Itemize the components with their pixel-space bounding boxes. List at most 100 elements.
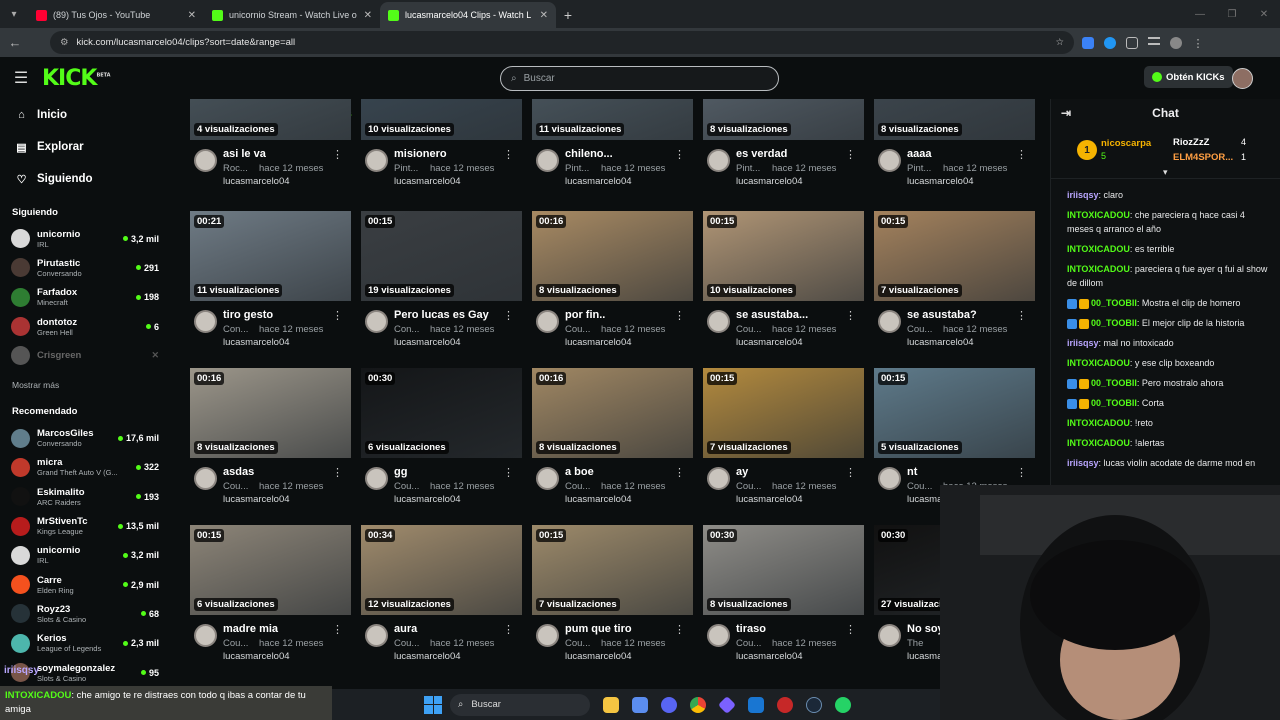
- close-tab-icon[interactable]: ✕: [188, 10, 196, 21]
- clip-category[interactable]: Cou...: [736, 481, 768, 492]
- clip-creator[interactable]: lucasmarcelo04: [394, 494, 461, 505]
- get-kicks-button[interactable]: Obtén KICKs: [1144, 66, 1233, 88]
- top-gifter-name[interactable]: nicoscarpa: [1101, 138, 1151, 149]
- more-options-icon[interactable]: ⋮: [1016, 148, 1027, 161]
- clip-thumbnail[interactable]: 00:16 8 visualizaciones: [190, 368, 351, 458]
- clip-creator[interactable]: lucasmarcelo04: [565, 494, 632, 505]
- clip-creator[interactable]: lucasmarcelo04: [223, 176, 290, 187]
- top-gifter-name[interactable]: RiozZzZ: [1173, 137, 1209, 148]
- maximize-icon[interactable]: ❐: [1216, 0, 1248, 28]
- sidebar-channel[interactable]: Carre Elden Ring 2,9 mil: [0, 570, 170, 599]
- more-options-icon[interactable]: ⋮: [845, 309, 856, 322]
- clip-card[interactable]: 00:16 8 visualizaciones por fin.. Cou... hac…: [532, 211, 693, 353]
- chat-username[interactable]: INTOXICADOU: [1067, 438, 1130, 448]
- clip-title[interactable]: chileno...: [565, 148, 675, 160]
- clip-category[interactable]: Pint...: [907, 163, 939, 174]
- channel-avatar[interactable]: [536, 310, 559, 333]
- clip-thumbnail[interactable]: 8 visualizaciones: [874, 99, 1035, 140]
- channel-avatar[interactable]: [878, 467, 901, 490]
- clip-thumbnail[interactable]: 00:34 12 visualizaciones: [361, 525, 522, 615]
- clip-category[interactable]: Cou...: [223, 638, 255, 649]
- extensions-puzzle-icon[interactable]: [1126, 36, 1138, 49]
- more-options-icon[interactable]: ⋮: [674, 148, 685, 161]
- new-tab-button[interactable]: +: [556, 2, 580, 28]
- clip-title[interactable]: Pero lucas es Gay: [394, 309, 504, 321]
- clip-title[interactable]: es verdad: [736, 148, 846, 160]
- search-input[interactable]: ⌕ Buscar: [500, 66, 779, 91]
- top-gifter-name[interactable]: ELM4SPOR...: [1173, 152, 1233, 163]
- close-window-icon[interactable]: ✕: [1248, 0, 1280, 28]
- sidebar-channel[interactable]: dontotoz Green Hell 6: [0, 312, 170, 341]
- chat-username[interactable]: INTOXICADOU: [1067, 418, 1130, 428]
- clip-category[interactable]: Pint...: [736, 163, 768, 174]
- close-tab-icon[interactable]: ✕: [540, 10, 548, 21]
- clip-thumbnail[interactable]: 8 visualizaciones: [703, 99, 864, 140]
- sidebar-nav-siguiendo[interactable]: ♡ Siguiendo: [0, 163, 170, 195]
- channel-avatar[interactable]: [536, 149, 559, 172]
- chat-username[interactable]: 00_TOOBII: [1091, 318, 1137, 328]
- clip-thumbnail[interactable]: 00:15 5 visualizaciones: [874, 368, 1035, 458]
- more-options-icon[interactable]: ⋮: [674, 309, 685, 322]
- clip-thumbnail[interactable]: 00:15 7 visualizaciones: [703, 368, 864, 458]
- sidebar-channel[interactable]: Pirutastic Conversando 291: [0, 253, 170, 282]
- clip-title[interactable]: se asustaba...: [736, 309, 846, 321]
- chat-username[interactable]: INTOXICADOU: [1067, 244, 1130, 254]
- channel-avatar[interactable]: [536, 624, 559, 647]
- more-options-icon[interactable]: ⋮: [332, 309, 343, 322]
- browser-tab-unicornio[interactable]: unicornio Stream - Watch Live o ✕: [204, 2, 380, 28]
- chat-username[interactable]: 00_TOOBII: [1091, 398, 1137, 408]
- clip-card[interactable]: 4 visualizaciones asi le va Roc... hace 12 …: [190, 99, 351, 192]
- chat-username[interactable]: iriisqsy: [1067, 190, 1099, 200]
- more-options-icon[interactable]: ⋮: [332, 148, 343, 161]
- more-options-icon[interactable]: ⋮: [1016, 309, 1027, 322]
- url-omnibox[interactable]: ⚙ kick.com/lucasmarcelo04/clips?sort=dat…: [50, 31, 1074, 54]
- profile-icon[interactable]: [1170, 36, 1182, 49]
- clip-title[interactable]: aaaa: [907, 148, 1017, 160]
- more-options-icon[interactable]: ⋮: [503, 466, 514, 479]
- clip-creator[interactable]: lucasmarcelo04: [565, 651, 632, 662]
- clip-creator[interactable]: lucasmarcelo04: [394, 337, 461, 348]
- site-info-icon[interactable]: ⚙: [60, 37, 69, 48]
- clip-title[interactable]: asdas: [223, 466, 333, 478]
- clip-category[interactable]: Con...: [223, 324, 255, 335]
- chat-username[interactable]: 00_TOOBII: [1091, 298, 1137, 308]
- sidebar-channel[interactable]: Kerios League of Legends 2,3 mil: [0, 629, 170, 658]
- user-avatar[interactable]: [1232, 68, 1253, 89]
- browser-tab-clips[interactable]: lucasmarcelo04 Clips - Watch L ✕: [380, 2, 556, 28]
- app-icon[interactable]: [632, 696, 648, 713]
- sidebar-channel[interactable]: MrStivenTc Kings League 13,5 mil: [0, 511, 170, 540]
- sidebar-nav-explorar[interactable]: ▤ Explorar: [0, 131, 170, 163]
- clip-category[interactable]: Cou...: [223, 481, 255, 492]
- clip-title[interactable]: nt: [907, 466, 1017, 478]
- discord-icon[interactable]: [661, 696, 677, 713]
- channel-avatar[interactable]: [707, 310, 730, 333]
- chat-username[interactable]: iriisqsy: [1067, 458, 1099, 468]
- clip-thumbnail[interactable]: 00:15 6 visualizaciones: [190, 525, 351, 615]
- sidebar-channel[interactable]: Royz23 Slots & Casino 68: [0, 599, 170, 628]
- channel-avatar[interactable]: [878, 624, 901, 647]
- tab-search-dropdown-icon[interactable]: ▾: [0, 0, 28, 28]
- chat-username[interactable]: INTOXICADOU: [1067, 358, 1130, 368]
- app-icon[interactable]: [717, 695, 737, 714]
- clip-card[interactable]: 00:15 6 visualizaciones madre mia Cou... hac…: [190, 525, 351, 667]
- channel-avatar[interactable]: [194, 624, 217, 647]
- clip-category[interactable]: Pint...: [565, 163, 597, 174]
- more-options-icon[interactable]: ⋮: [332, 623, 343, 636]
- clip-card[interactable]: 00:15 7 visualizaciones se asustaba? Cou...…: [874, 211, 1035, 353]
- clip-card[interactable]: 8 visualizaciones aaaa Pint... hace 12 mese…: [874, 99, 1035, 192]
- clip-creator[interactable]: lucasmarcelo04: [223, 651, 290, 662]
- clip-category[interactable]: Cou...: [907, 481, 939, 492]
- clip-category[interactable]: The: [907, 638, 939, 649]
- more-options-icon[interactable]: ⋮: [503, 309, 514, 322]
- browser-menu-icon[interactable]: ⋮: [1192, 37, 1204, 50]
- clip-category[interactable]: Con...: [394, 324, 426, 335]
- channel-avatar[interactable]: [536, 467, 559, 490]
- clip-category[interactable]: Cou...: [907, 324, 939, 335]
- more-options-icon[interactable]: ⋮: [845, 466, 856, 479]
- sidebar-nav-inicio[interactable]: ⌂ Inicio: [0, 99, 170, 131]
- clip-thumbnail[interactable]: 00:16 8 visualizaciones: [532, 211, 693, 301]
- taskbar-search[interactable]: ⌕ Buscar: [450, 693, 590, 716]
- channel-avatar[interactable]: [194, 310, 217, 333]
- sidebar-channel[interactable]: Eskimalito ARC Raiders 193: [0, 482, 170, 511]
- browser-tab-youtube[interactable]: (89) Tus Ojos - YouTube ✕: [28, 2, 204, 28]
